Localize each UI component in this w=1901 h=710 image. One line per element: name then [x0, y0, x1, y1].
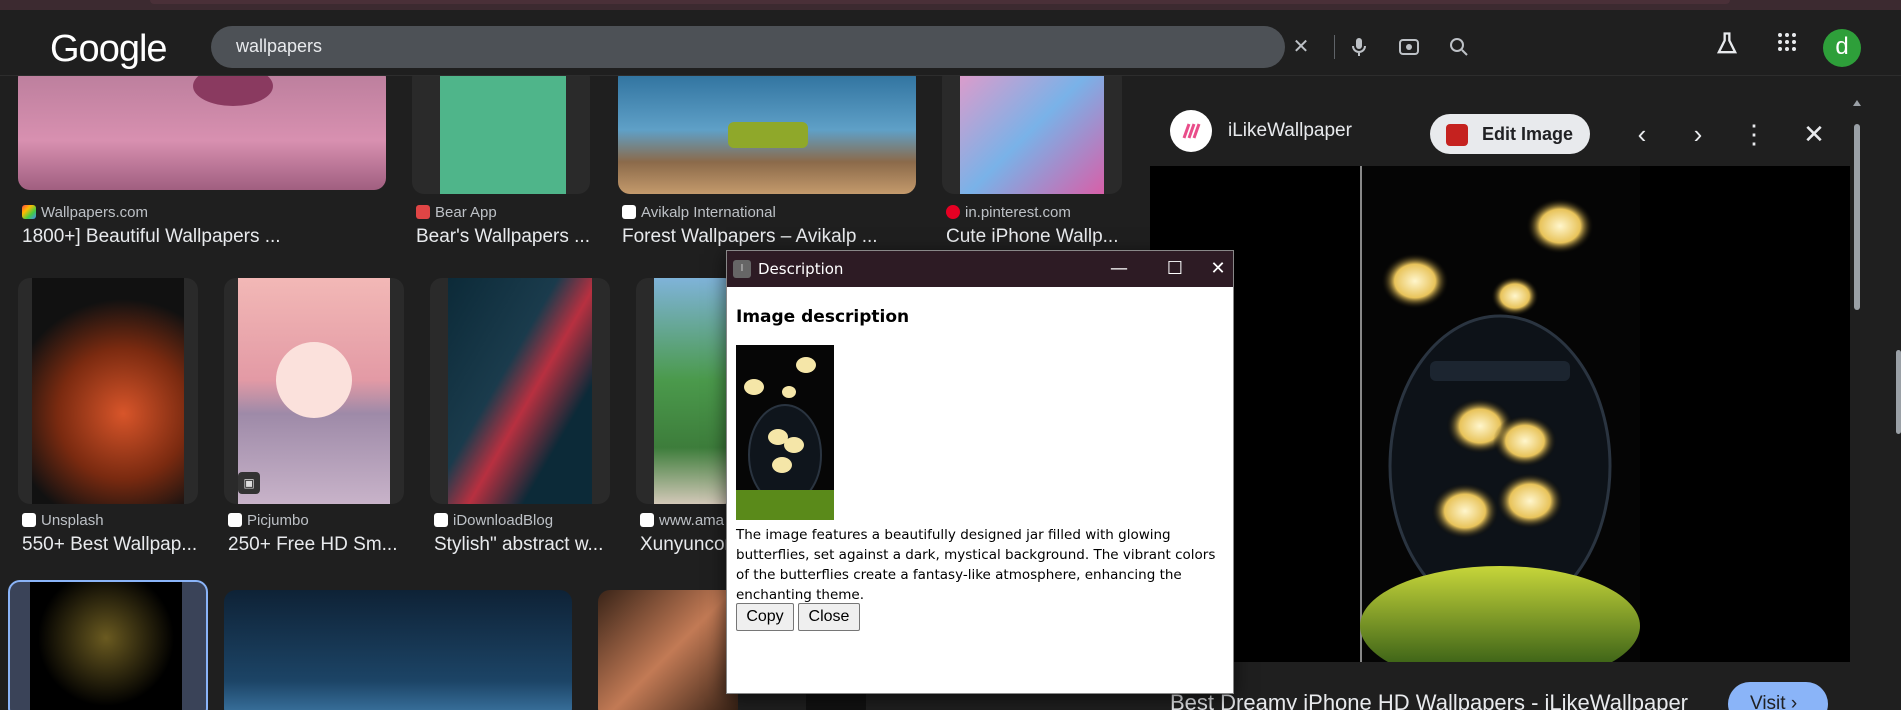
source-label: Bear App [435, 204, 497, 221]
labs-flask-icon[interactable] [1711, 30, 1743, 62]
result-source[interactable]: Unsplash [22, 512, 104, 529]
result-title[interactable]: Xunyuncor [640, 534, 730, 556]
abstract-image [448, 278, 592, 504]
panel-scrollbar[interactable] [1852, 100, 1862, 710]
previous-chevron-icon[interactable]: ‹ [1624, 116, 1660, 152]
result-source[interactable]: in.pinterest.com [946, 204, 1071, 221]
garden-image [654, 278, 736, 504]
source-label: Unsplash [41, 512, 104, 529]
google-logo[interactable]: Google [50, 28, 168, 71]
description-text: The image features a beautifully designe… [736, 527, 1216, 603]
preview-image[interactable] [1150, 166, 1850, 686]
source-label: in.pinterest.com [965, 204, 1071, 221]
preview-page-title[interactable]: Best Dreamy iPhone HD Wallpapers - iLike… [1170, 690, 1688, 710]
result-thumbnail[interactable] [224, 590, 572, 710]
result-title[interactable]: Cute iPhone Wallp... [946, 226, 1121, 248]
page-scrollbar-thumb[interactable] [1896, 350, 1901, 434]
microphone-icon[interactable] [1347, 35, 1371, 59]
browser-top-strip [0, 0, 1901, 10]
sunset-image [238, 278, 390, 504]
result-source[interactable]: www.ama [640, 512, 724, 529]
dialog-title: Description [758, 260, 844, 278]
result-thumbnail[interactable] [618, 76, 916, 194]
unsplash-favicon-icon [22, 513, 36, 527]
source-label: Picjumbo [247, 512, 309, 529]
site-name[interactable]: iLikeWallpaper [1228, 120, 1352, 142]
app-icon: I [733, 260, 751, 278]
more-options-icon[interactable]: ⋮ [1736, 116, 1772, 152]
result-thumbnail[interactable] [636, 278, 736, 504]
clear-icon[interactable]: ✕ [1289, 35, 1313, 59]
hydrangea-image [960, 76, 1104, 194]
result-title[interactable]: 250+ Free HD Sm... [228, 534, 404, 556]
amazon-favicon-icon [640, 513, 654, 527]
wallpapers-favicon-icon [22, 205, 36, 219]
ilikewallpaper-logo-icon[interactable] [1170, 110, 1212, 152]
result-thumbnail[interactable]: ▣ [224, 278, 404, 504]
account-avatar[interactable]: d [1823, 29, 1861, 67]
result-thumbnail-selected[interactable] [8, 580, 208, 710]
result-source[interactable]: Picjumbo [228, 512, 309, 529]
result-title[interactable]: Bear's Wallpapers ... [416, 226, 596, 248]
avikalp-favicon-icon [622, 205, 636, 219]
result-thumbnail[interactable] [412, 76, 590, 194]
search-icon[interactable] [1447, 35, 1471, 59]
planet-image [32, 278, 184, 504]
dialog-titlebar[interactable]: I Description — ☐ ✕ [727, 251, 1233, 287]
apps-grid-icon[interactable] [1771, 30, 1803, 62]
search-header: Google wallpapers ✕ d [0, 10, 1901, 76]
description-heading: Image description [736, 307, 910, 327]
result-source[interactable]: Avikalp International [622, 204, 776, 221]
window-close-icon[interactable]: ✕ [1203, 251, 1233, 287]
visit-button[interactable]: Visit › [1728, 682, 1828, 710]
pinterest-favicon-icon [946, 205, 960, 219]
next-chevron-icon[interactable]: › [1680, 116, 1716, 152]
tree-shape [193, 76, 273, 106]
description-thumbnail [736, 345, 834, 520]
close-icon[interactable]: ✕ [1796, 116, 1832, 152]
maximize-icon[interactable]: ☐ [1147, 251, 1203, 287]
edit-image-button[interactable]: Edit Image [1430, 114, 1590, 154]
result-source[interactable]: iDownloadBlog [434, 512, 553, 529]
source-label: Wallpapers.com [41, 204, 148, 221]
scroll-up-arrow-icon[interactable] [1853, 100, 1861, 106]
result-title[interactable]: 550+ Best Wallpap... [22, 534, 198, 556]
idownloadblog-favicon-icon [434, 513, 448, 527]
minimize-icon[interactable]: — [1091, 251, 1147, 287]
result-source[interactable]: Bear App [416, 204, 497, 221]
search-divider [1334, 35, 1335, 59]
source-label: www.ama [659, 512, 725, 529]
sun-shape [276, 342, 352, 418]
green-sofa [728, 122, 808, 148]
edit-image-label: Edit Image [1482, 124, 1574, 144]
result-title[interactable]: Stylish" abstract w... [434, 534, 610, 556]
result-thumbnail[interactable] [598, 590, 738, 710]
bear-favicon-icon [416, 205, 430, 219]
image-badge-icon: ▣ [238, 472, 260, 494]
picjumbo-favicon-icon [228, 513, 242, 527]
result-thumbnail[interactable] [942, 76, 1122, 194]
browser-tab-bar [150, 0, 1730, 4]
result-thumbnail[interactable] [18, 278, 198, 504]
scrollbar-thumb[interactable] [1854, 124, 1860, 310]
lens-icon[interactable] [1397, 35, 1421, 59]
source-label: iDownloadBlog [453, 512, 554, 529]
copy-button[interactable]: Copy [736, 603, 794, 631]
source-label: Avikalp International [641, 204, 776, 221]
search-input[interactable]: wallpapers [236, 36, 322, 57]
image-preview-panel: iLikeWallpaper Edit Image ‹ › ⋮ ✕ Best D… [1150, 86, 1850, 710]
visit-label: Visit [1750, 693, 1786, 710]
result-title[interactable]: Forest Wallpapers – Avikalp ... [622, 226, 922, 248]
green-image [440, 76, 566, 194]
result-source[interactable]: Wallpapers.com [22, 204, 148, 221]
pdf-icon [1446, 124, 1468, 146]
search-box[interactable]: wallpapers ✕ [211, 26, 1468, 68]
result-thumbnail[interactable] [18, 76, 386, 190]
description-dialog: I Description — ☐ ✕ Image description Th… [726, 250, 1234, 694]
result-thumbnail[interactable] [430, 278, 610, 504]
close-button[interactable]: Close [798, 603, 860, 631]
result-title[interactable]: 1800+] Beautiful Wallpapers ... [22, 226, 392, 248]
butterfly-jar-image [30, 582, 182, 710]
